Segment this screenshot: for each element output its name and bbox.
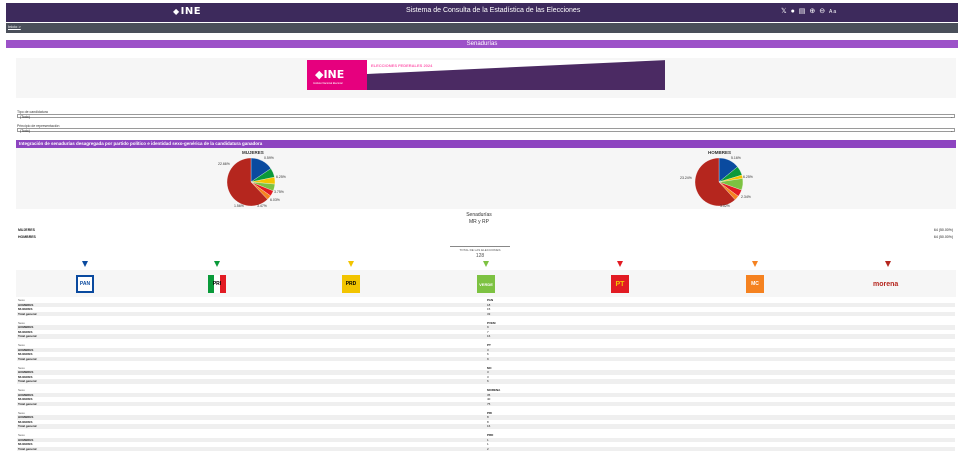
summary-row-label: HOMBRES [18, 235, 36, 239]
pie-title-mujeres: MUJERES [242, 150, 264, 155]
party-marker-mc [752, 261, 758, 267]
pie-charts-area [16, 148, 956, 209]
table-row: Total general 75 [17, 401, 955, 406]
party-block: Sexo MORENA HOMBRES 35 MUJERES 40 Total genera… [17, 388, 955, 411]
ine-logo[interactable]: ◆INE [173, 6, 201, 17]
morena-logo[interactable]: morena [873, 281, 898, 288]
summary-row-value: 64 (50.00%) [933, 235, 953, 239]
pie-label: 0.59% [264, 156, 274, 160]
table-row: Total general 33 [17, 311, 955, 316]
document-icon[interactable]: ▤ [799, 8, 807, 15]
summary-row-value: 64 (50.00%) [933, 228, 953, 232]
party-table: Sexo PAN HOMBRES 18 MUJERES 15 Total general 33… [17, 298, 955, 456]
pie-label: 23.24% [680, 176, 692, 180]
party-marker-pt [617, 261, 623, 267]
table-row: Total general 6 [17, 379, 955, 384]
filter-select-candidatura[interactable]: (Todo) ⌄ [17, 114, 955, 119]
table-row: Total general 16 [17, 334, 955, 339]
pri-logo[interactable]: PRI [208, 275, 226, 293]
table-row: Total general 16 [17, 424, 955, 429]
top-bar: ◆INE Sistema de Consulta de la Estadísti… [6, 3, 958, 22]
summary-row: HOMBRES 64 (50.00%) [17, 235, 955, 240]
zoom-in-icon[interactable]: ⊕ [809, 8, 816, 15]
party-marker-pan [82, 261, 88, 267]
section-title: Senadurías [6, 40, 958, 48]
pan-logo[interactable]: PAN [76, 275, 94, 293]
pie-label: 22.66% [218, 162, 230, 166]
app-title: Sistema de Consulta de la Estadística de… [406, 7, 581, 14]
pie-label: 6.25% [276, 175, 286, 179]
breadcrumb-bar: Inicio > [6, 23, 958, 33]
chevron-down-icon: ⌄ [950, 129, 953, 133]
row-label: Total general [18, 356, 37, 361]
pie-label: 5.16% [731, 156, 741, 160]
party-block: Sexo PT HOMBRES 3 MUJERES 6 Total general 9 [17, 343, 955, 366]
integration-title: Integración de senadurías desagregada po… [16, 140, 956, 148]
pie-label: 3.75% [274, 190, 284, 194]
row-label: Total general [18, 401, 37, 406]
font-size-icon[interactable]: Aa [829, 9, 837, 15]
pie-title-hombres: HOMBRES [708, 150, 732, 155]
party-marker-pri [214, 261, 220, 267]
total-box: TOTAL DE LAS ELECCIONES 128 [450, 246, 510, 259]
senate-title: Senadurías [466, 212, 492, 218]
summary-row: MUJERES 64 (50.00%) [17, 228, 955, 233]
table-row: Total general 2 [17, 446, 955, 451]
pie-chart-mujeres[interactable] [226, 157, 276, 207]
total-value: 128 [475, 253, 485, 259]
x-social-icon[interactable]: 𝕏 [781, 8, 788, 15]
breadcrumb-home-link[interactable]: Inicio > [8, 24, 21, 29]
row-label: Total general [18, 334, 37, 338]
pie-label: 6.25% [743, 175, 753, 179]
pie-label: 1.56% [234, 204, 244, 208]
party-block: Sexo PRD HOMBRES 1 MUJERES 1 Total general 2 [17, 433, 955, 456]
party-marker-prd [348, 261, 354, 267]
table-row: Total general 9 [17, 356, 955, 361]
party-marker-morena [885, 261, 891, 267]
banner-logo-panel: ◆INE Instituto Nacional Electoral [307, 60, 367, 90]
pie-label: 3.52% [720, 204, 730, 208]
chevron-down-icon: ⌄ [950, 115, 953, 119]
prd-logo[interactable]: PRD [342, 275, 360, 293]
pt-logo[interactable]: PT [611, 275, 629, 293]
row-label: Total general [18, 424, 37, 428]
row-label: Total general [18, 311, 37, 316]
zoom-out-icon[interactable]: ⊖ [819, 8, 826, 15]
toolbar-icons: 𝕏 ● ▤ ⊕ ⊖ Aa [781, 7, 837, 15]
filter-select-principio[interactable]: (Todo) ⌄ [17, 128, 955, 133]
senate-subtitle: MR y RP [469, 219, 489, 225]
facebook-icon[interactable]: ● [791, 8, 796, 15]
pie-label: 3.47% [257, 204, 267, 208]
party-block: Sexo PAN HOMBRES 18 MUJERES 15 Total general 33 [17, 298, 955, 321]
elections-banner: ◆INE Instituto Nacional Electoral ELECCI… [307, 60, 665, 90]
mc-logo[interactable]: MC [746, 275, 764, 293]
pvem-logo[interactable]: VERDE [477, 275, 495, 293]
total-label: TOTAL DE LAS ELECCIONES [450, 246, 510, 252]
row-label: Total general [18, 379, 37, 383]
pie-label: 2.34% [741, 195, 751, 199]
row-label: Total general [18, 446, 37, 451]
party-block: Sexo MC HOMBRES 3 MUJERES 3 Total general 6 [17, 366, 955, 389]
party-marker-pvem [483, 261, 489, 267]
banner-ine-logo: ◆INE [315, 68, 345, 81]
pie-chart-hombres[interactable] [694, 157, 744, 207]
pie-label: 6.03% [270, 198, 280, 202]
summary-row-label: MUJERES [18, 228, 35, 232]
banner-election-title: ELECCIONES FEDERALES 2024 [371, 63, 433, 68]
party-block: Sexo PVEM HOMBRES 9 MUJERES 7 Total general 16 [17, 321, 955, 344]
party-block: Sexo PRI HOMBRES 8 MUJERES 8 Total general 16 [17, 411, 955, 434]
banner-institute-name: Instituto Nacional Electoral [313, 82, 343, 85]
